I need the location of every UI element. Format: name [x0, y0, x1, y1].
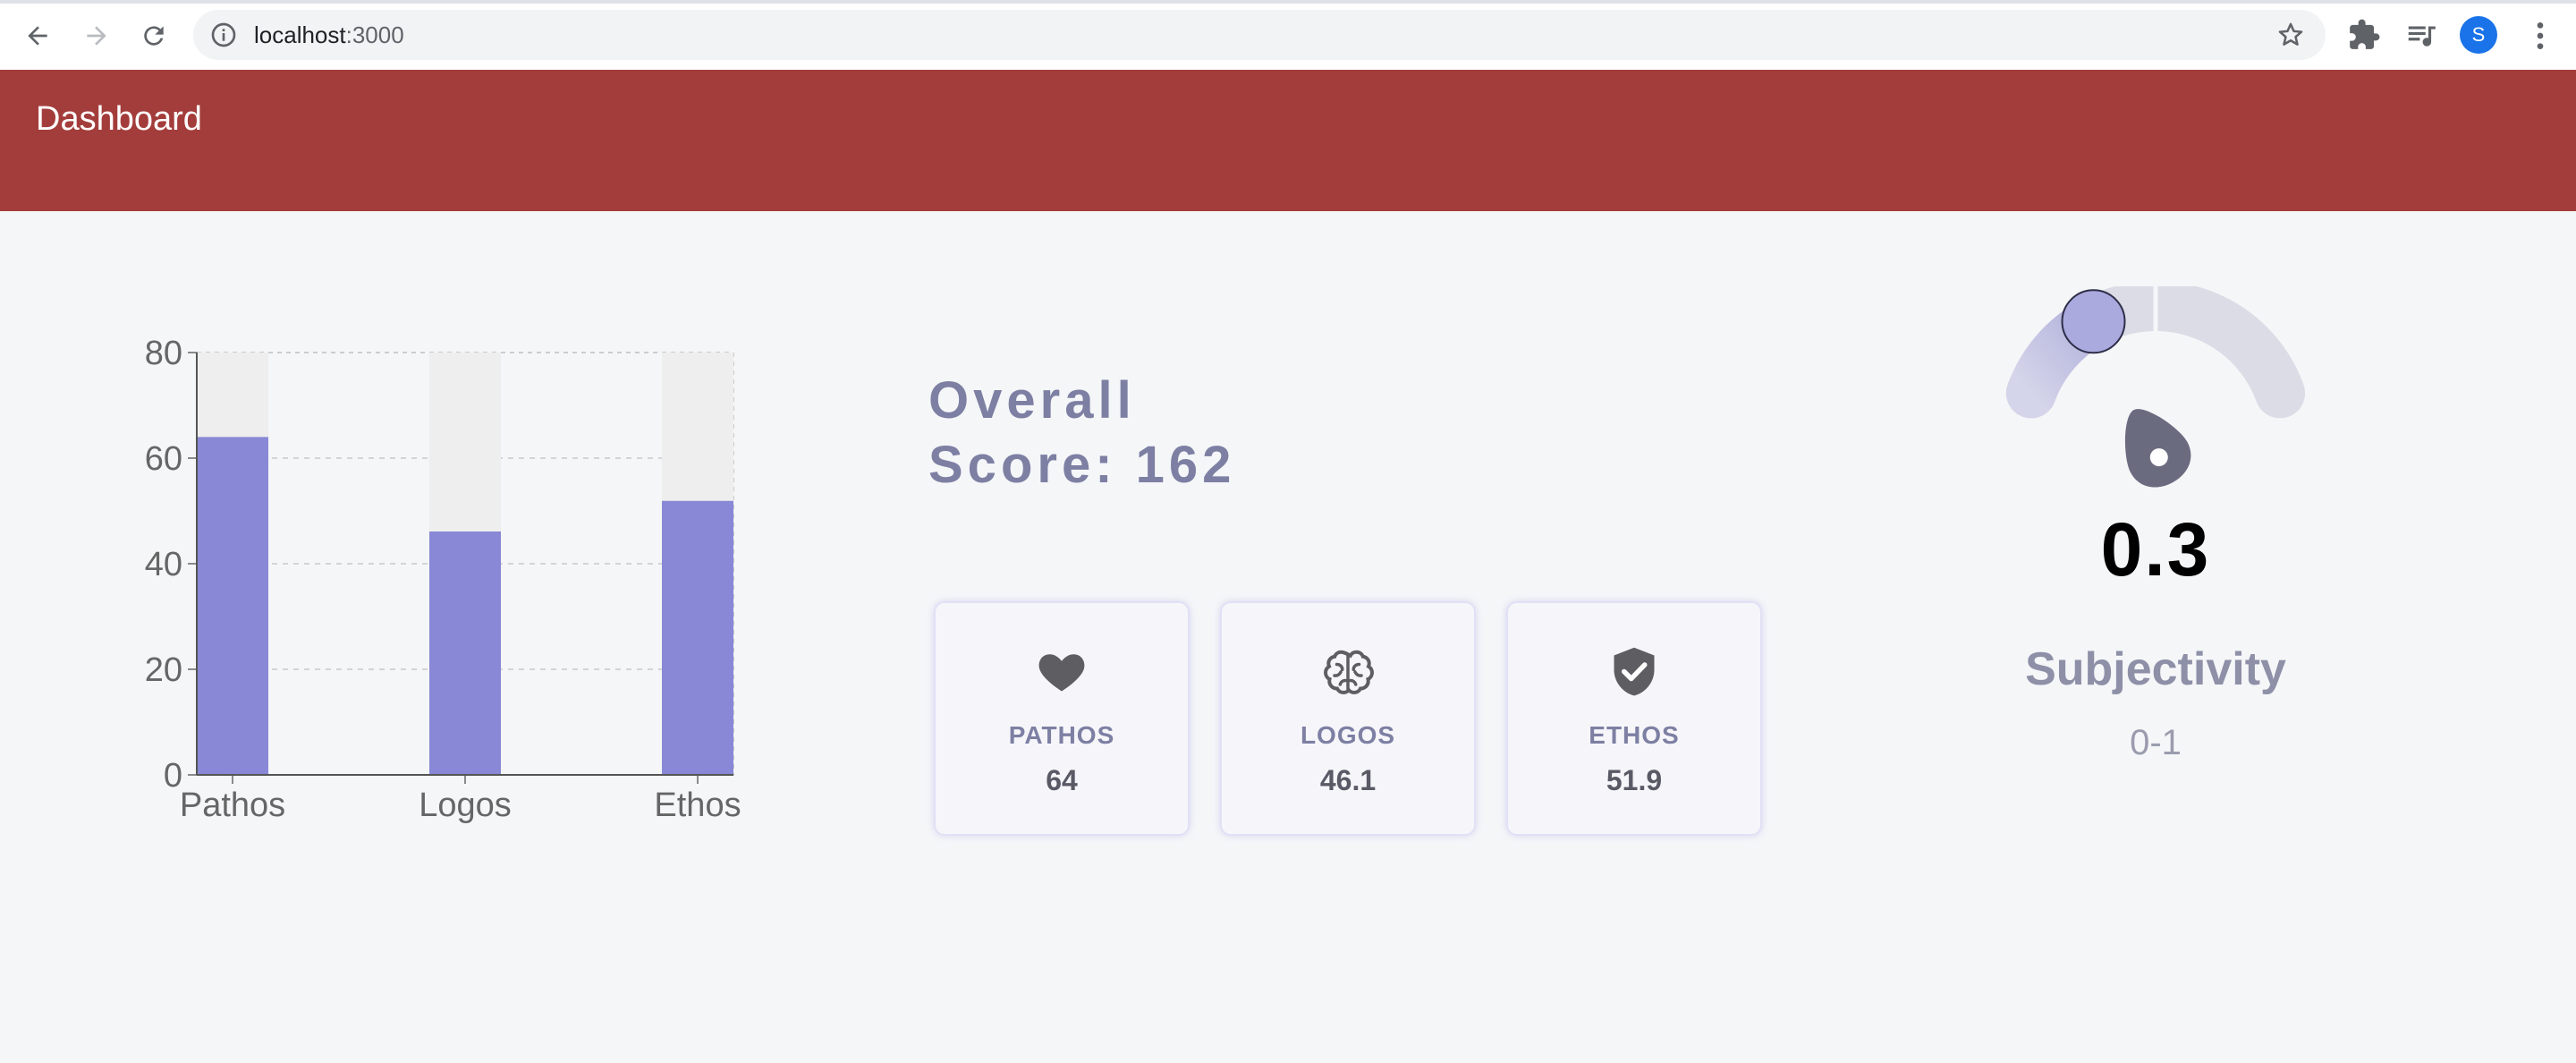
forward-arrow-icon — [87, 26, 106, 46]
browser-toolbar: localhost:3000 S — [0, 0, 2576, 71]
bookmark-star-icon[interactable] — [2275, 20, 2306, 50]
overall-score-line2: Score: 162 — [928, 436, 1236, 494]
card-label: LOGOS — [1300, 721, 1396, 749]
tab-strip — [0, 0, 2576, 4]
gauge-range: 0-1 — [2130, 723, 2182, 762]
y-tick-label: 60 — [145, 440, 182, 478]
brain-icon — [1323, 650, 1375, 695]
gauge-value: 0.3 — [2100, 507, 2211, 591]
x-tick-label: Ethos — [654, 787, 741, 824]
gauge-needle — [2124, 409, 2191, 488]
forward-button[interactable] — [79, 18, 114, 54]
x-tick-label: Pathos — [180, 787, 285, 824]
info-icon[interactable] — [209, 21, 238, 49]
url-port: :3000 — [345, 21, 404, 48]
back-button[interactable] — [20, 18, 55, 54]
overall-score: Overall Score: 162 — [928, 369, 1304, 497]
ethos-card: ETHOS 51.9 — [1506, 601, 1762, 836]
heart-icon — [1038, 654, 1085, 692]
subjectivity-gauge — [1977, 277, 2334, 519]
overall-score-line1: Overall — [928, 371, 1136, 429]
logos-card: LOGOS 46.1 — [1220, 601, 1476, 836]
url-text[interactable]: localhost:3000 — [254, 21, 404, 49]
card-value: 46.1 — [1319, 764, 1377, 796]
reload-button[interactable] — [136, 18, 172, 54]
bar-chart-svg: 020406080Pathos Logos Ethos — [145, 335, 741, 824]
profile-avatar[interactable]: S — [2460, 16, 2497, 54]
bar — [197, 437, 268, 775]
address-bar[interactable]: localhost:3000 — [193, 10, 2326, 60]
shield-check-icon — [1614, 647, 1655, 696]
app-header: Dashboard — [0, 70, 2576, 211]
media-queue-icon[interactable] — [2404, 18, 2438, 52]
card-label: PATHOS — [1008, 721, 1115, 749]
gauge-svg — [2005, 277, 2306, 488]
extensions-puzzle-icon[interactable] — [2347, 18, 2381, 52]
more-vertical-icon[interactable] — [2522, 18, 2558, 54]
x-tick-label: Logos — [419, 787, 512, 824]
card-value: 51.9 — [1606, 764, 1663, 796]
gauge-needle-body — [2124, 409, 2191, 488]
app-title: Dashboard — [36, 100, 202, 138]
y-tick-label: 40 — [145, 546, 182, 583]
gauge-knob — [2061, 289, 2126, 354]
gauge-label: Subjectivity — [2025, 643, 2286, 695]
bar — [429, 532, 501, 775]
bar-chart: 0 20 40 60 80 Pathos Logos Ethos — [116, 322, 778, 841]
reload-icon — [144, 26, 164, 46]
back-arrow-icon — [28, 26, 47, 46]
pathos-card: PATHOS 64 — [934, 601, 1190, 836]
y-tick-label: 20 — [145, 651, 182, 689]
card-label: ETHOS — [1589, 721, 1680, 749]
bar — [662, 500, 733, 775]
url-host: localhost — [254, 21, 346, 48]
card-value: 64 — [1046, 764, 1078, 796]
y-tick-label: 80 — [145, 335, 182, 372]
